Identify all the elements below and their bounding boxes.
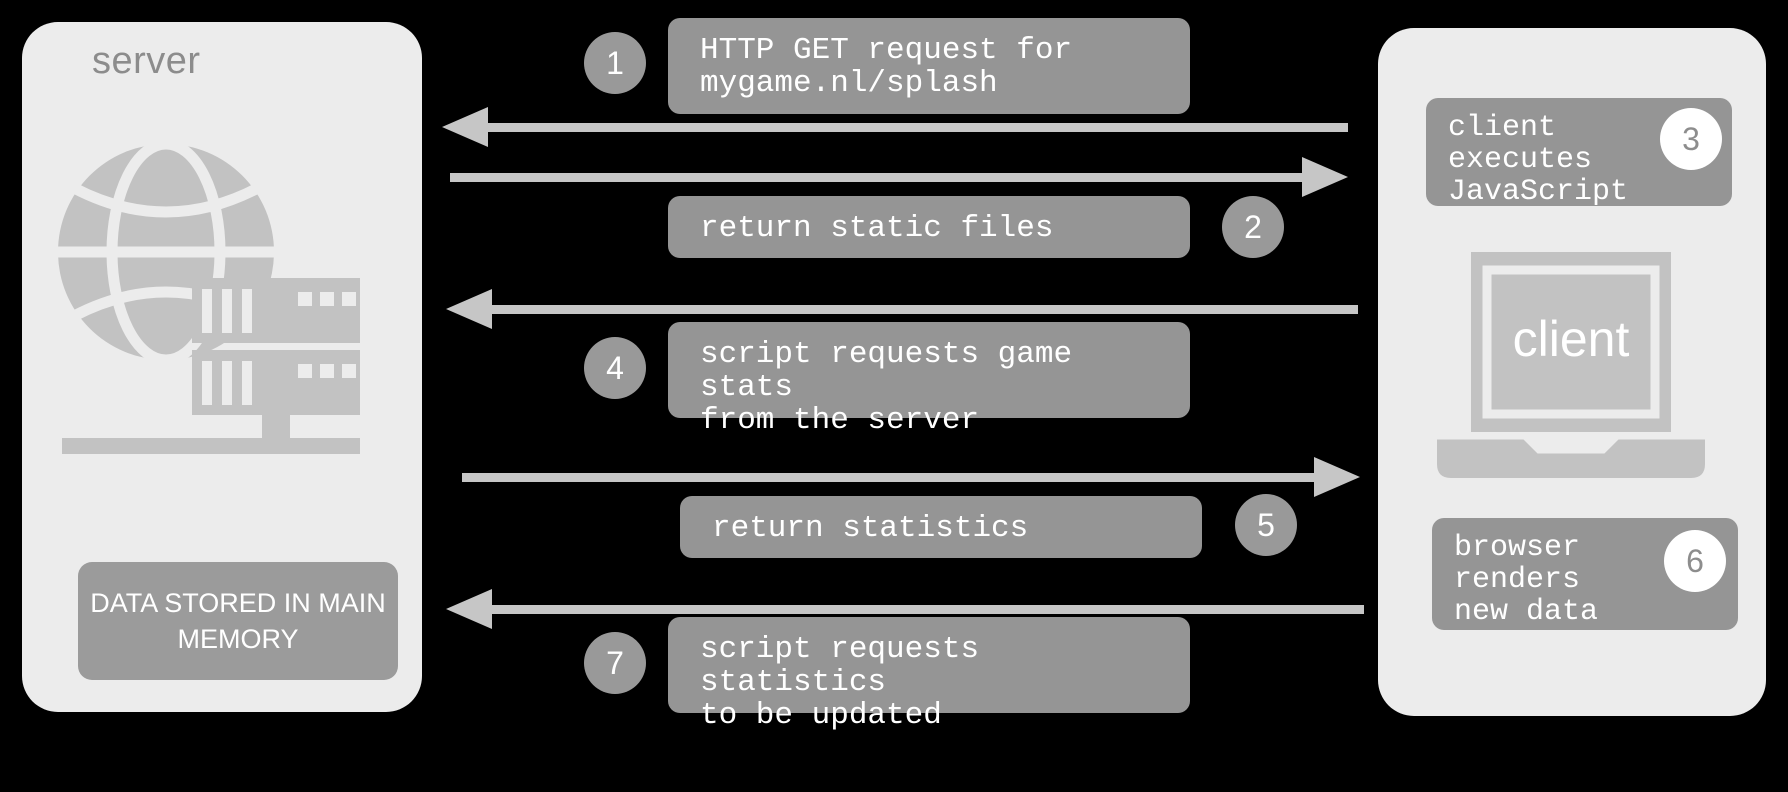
- arrow-shaft-4: [490, 305, 1358, 314]
- server-panel-title: server: [92, 40, 201, 82]
- client-note-executes-javascript: client executes JavaScript 3: [1426, 98, 1732, 210]
- diagram-canvas: server DATA STORED IN MAIN MEMORY client…: [0, 0, 1788, 792]
- client-note-6-text: browser renders new data: [1454, 531, 1599, 630]
- arrow-head-right-5: [1314, 457, 1360, 497]
- arrow-head-left-4: [446, 289, 492, 329]
- client-note-browser-renders: browser renders new data 6: [1432, 518, 1738, 630]
- arrow-shaft-2: [450, 173, 1304, 182]
- arrow-head-left-1: [442, 107, 488, 147]
- message-box-7: script requests statistics to be updated: [668, 617, 1190, 732]
- arrow-step-2: [450, 157, 1348, 197]
- arrow-shaft-5: [462, 473, 1316, 482]
- server-panel: server DATA STORED IN MAIN MEMORY: [22, 22, 422, 712]
- client-note-3-text: client executes JavaScript: [1448, 111, 1629, 210]
- laptop-icon: [1425, 252, 1717, 484]
- arrow-step-4: [446, 289, 1358, 329]
- step-badge-7: 7: [584, 632, 646, 694]
- step-badge-2: 2: [1222, 196, 1284, 258]
- message-box-5: return statistics: [680, 496, 1202, 558]
- data-store-box: DATA STORED IN MAIN MEMORY: [78, 562, 398, 680]
- globe-server-icon: [44, 132, 404, 502]
- step-badge-1: 1: [584, 32, 646, 94]
- arrow-step-1: [442, 107, 1348, 147]
- step-badge-5: 5: [1235, 494, 1297, 556]
- arrow-head-right-2: [1302, 157, 1348, 197]
- arrow-head-left-7: [446, 589, 492, 629]
- step-badge-3: 3: [1660, 108, 1722, 170]
- message-box-2: return static files: [668, 196, 1190, 258]
- arrow-shaft-1: [486, 123, 1348, 132]
- step-badge-4: 4: [584, 337, 646, 399]
- step-badge-6: 6: [1664, 530, 1726, 592]
- arrow-step-7: [446, 589, 1364, 629]
- message-box-1: HTTP GET request for mygame.nl/splash: [668, 18, 1190, 114]
- message-box-4: script requests game stats from the serv…: [668, 322, 1190, 437]
- arrow-shaft-7: [490, 605, 1364, 614]
- arrow-step-5: [462, 457, 1360, 497]
